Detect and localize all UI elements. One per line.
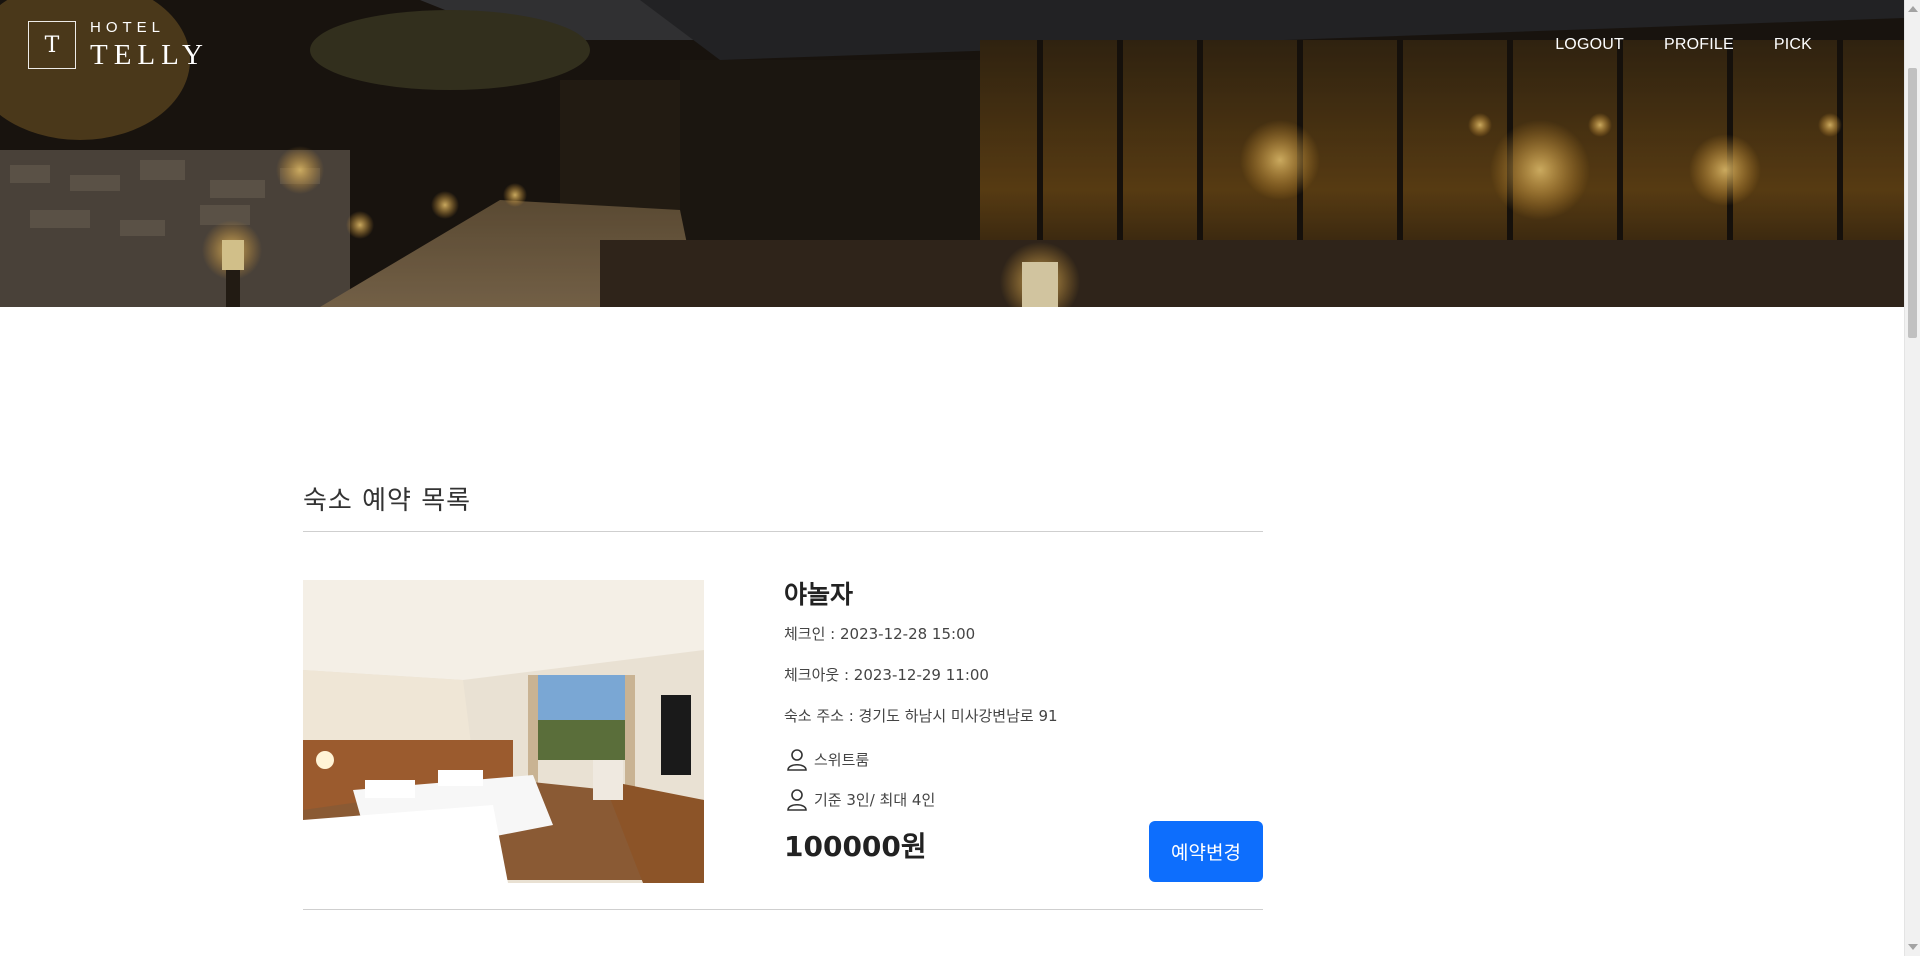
nav-pick-link[interactable]: PICK (1774, 36, 1812, 54)
scroll-up-arrow-icon[interactable] (1908, 6, 1918, 12)
checkin-text: 체크인 : 2023-12-28 15:00 (784, 625, 976, 643)
page: T HOTEL TELLY LOGOUT PROFILE PICK 숙소 예약 … (0, 0, 1920, 956)
room-type-text: 스위트룸 (814, 750, 870, 769)
person-icon (787, 789, 807, 811)
nav-profile-link[interactable]: PROFILE (1664, 36, 1734, 54)
hotel-name: 야놀자 (784, 580, 854, 609)
room-photo (303, 580, 704, 883)
change-reservation-button[interactable]: 예약변경 (1149, 821, 1263, 882)
brand-mark: T (28, 21, 76, 69)
brand-logo[interactable]: T HOTEL TELLY (28, 20, 209, 70)
room-type-row: 스위트룸 (784, 746, 1263, 772)
reservation-card: 야놀자 체크인 : 2023-12-28 15:00 체크아웃 : 2023-1… (303, 532, 1263, 883)
scroll-down-arrow-icon[interactable] (1908, 944, 1918, 950)
hero-banner: T HOTEL TELLY LOGOUT PROFILE PICK (0, 0, 1904, 307)
brand-big-text: TELLY (90, 39, 209, 71)
room-image (303, 580, 704, 887)
top-nav: LOGOUT PROFILE PICK (1555, 36, 1812, 54)
scrollbar[interactable] (1904, 0, 1920, 956)
section-title: 숙소 예약 목록 (303, 486, 472, 516)
scroll-thumb[interactable] (1908, 68, 1917, 338)
capacity-row: 기준 3인/ 최대 4인 (784, 786, 1263, 812)
address-text: 숙소 주소 : 경기도 하남시 미사강변남로 91 (784, 707, 1058, 725)
checkout-text: 체크아웃 : 2023-12-29 11:00 (784, 666, 989, 684)
card-divider (303, 909, 1263, 910)
reservation-section: 숙소 예약 목록 야놀자 체크인: 2023-12-28 15:00 체크아웃… (303, 480, 1263, 883)
capacity-text: 기준 3인/ 최대 4인 (814, 790, 936, 809)
person-icon (787, 749, 807, 771)
nav-logout-link[interactable]: LOGOUT (1555, 36, 1624, 54)
price-text: 100000원 (784, 830, 927, 863)
brand-wordmark: HOTEL TELLY (90, 20, 209, 70)
reservation-info: 야놀자 체크인 : 2023-12-28 15:00 체크아웃 : 2023-1… (784, 575, 1263, 882)
brand-small-text: HOTEL (90, 19, 166, 36)
